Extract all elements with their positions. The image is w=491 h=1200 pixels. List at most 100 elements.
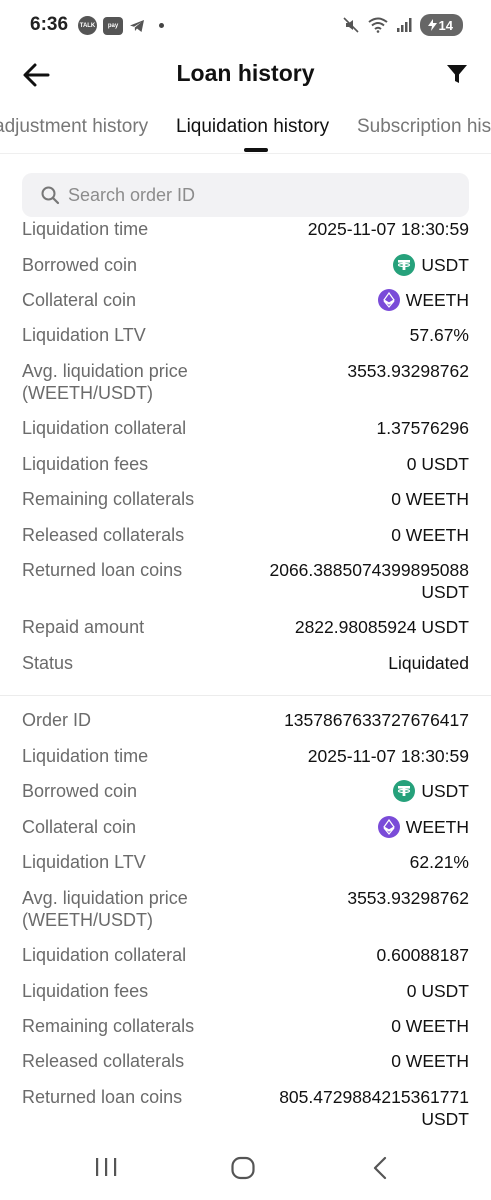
liquidation-ltv-value: 57.67% (409, 325, 469, 345)
avg-price-label-line2: (WEETH/USDT) (22, 383, 153, 403)
avg-liquidation-price-value: 3553.93298762 (347, 361, 469, 381)
liquidation-time-label: Liquidation time (22, 219, 149, 239)
released-collaterals-value: 0 WEETH (391, 525, 469, 545)
usdt-coin-icon (393, 780, 416, 802)
released-collaterals-label: Released collaterals (22, 1051, 185, 1071)
record-2-liquidation-time-row: Liquidation time 2025-11-07 18:30:59 (22, 745, 469, 767)
order-id-label: Order ID (22, 710, 92, 730)
avg-price-label-line1: Avg. liquidation price (22, 361, 188, 381)
collateral-coin-value: WEETH (377, 816, 469, 838)
liquidation-fees-label: Liquidation fees (22, 454, 149, 474)
signal-icon (396, 18, 412, 32)
collateral-coin-value: WEETH (377, 289, 469, 311)
repaid-amount-label: Repaid amount (22, 617, 145, 637)
pay-icon: pay (103, 16, 123, 35)
returned-unit: USDT (421, 582, 469, 602)
borrowed-coin-name: USDT (421, 255, 469, 275)
liquidation-ltv-label: Liquidation LTV (22, 852, 146, 872)
talk-icon: TALK (78, 16, 97, 35)
filter-icon[interactable] (445, 62, 469, 86)
record-2-borrowed-coin-row: Borrowed coin USDT (22, 780, 469, 802)
record-1-repaid-row: Repaid amount 2822.98085924 USDT (22, 616, 469, 638)
tab-adjustment-history[interactable]: adjustment history (0, 116, 148, 138)
status-value: Liquidated (388, 653, 469, 673)
wifi-icon (367, 17, 388, 33)
tab-liquidation-history[interactable]: Liquidation history (176, 116, 329, 138)
liquidation-ltv-value: 62.21% (409, 852, 469, 872)
liquidation-fees-value: 0 USDT (406, 981, 469, 1001)
notification-icons: TALK pay (78, 16, 164, 35)
search-box[interactable] (22, 173, 469, 217)
borrowed-coin-label: Borrowed coin (22, 781, 138, 801)
telegram-icon (130, 19, 144, 32)
order-id-value: 1357867633727676417 (284, 710, 469, 730)
released-collaterals-value: 0 WEETH (391, 1051, 469, 1071)
liquidation-time-value: 2025-11-07 18:30:59 (307, 746, 469, 766)
usdt-coin-icon (393, 254, 416, 276)
remaining-collaterals-label: Remaining collaterals (22, 489, 195, 509)
record-1-collateral-coin-row: Collateral coin WEETH (22, 289, 469, 311)
remaining-collaterals-value: 0 WEETH (391, 489, 469, 509)
record-1-borrowed-coin-row: Borrowed coin USDT (22, 254, 469, 276)
avg-price-label-line2: (WEETH/USDT) (22, 910, 153, 930)
active-tab-indicator (244, 148, 268, 152)
borrowed-coin-name: USDT (421, 781, 469, 801)
record-1-liquidation-time-row: Liquidation time 2025-11-07 18:30:59 (22, 218, 469, 240)
record-divider (0, 695, 491, 696)
liquidation-list: Liquidation time 2025-11-07 18:30:59 Bor… (0, 218, 491, 1138)
status-bar: 6:36 TALK pay 14 (0, 0, 491, 52)
more-notifications-icon (159, 23, 164, 28)
record-1-returned-row: Returned loan coins 2066.388507439989508… (22, 559, 469, 603)
record-1-avg-price-row: Avg. liquidation price (WEETH/USDT) 3553… (22, 360, 469, 404)
returned-loan-coins-value: 2066.3885074399895088 USDT (269, 559, 469, 603)
recent-apps-icon[interactable] (94, 1156, 118, 1178)
repaid-amount-value: 2822.98085924 USDT (294, 617, 469, 637)
record-2-avg-price-row: Avg. liquidation price (WEETH/USDT) 3553… (22, 887, 469, 931)
liquidation-fees-label: Liquidation fees (22, 981, 149, 1001)
avg-price-label-line1: Avg. liquidation price (22, 888, 188, 908)
returned-loan-coins-label: Returned loan coins (22, 1087, 183, 1107)
remaining-collaterals-value: 0 WEETH (391, 1016, 469, 1036)
tab-subscription-history[interactable]: Subscription his (357, 116, 491, 138)
record-2-collateral-coin-row: Collateral coin WEETH (22, 816, 469, 838)
borrowed-coin-value: USDT (393, 780, 469, 802)
record-2-released-row: Released collaterals 0 WEETH (22, 1050, 469, 1072)
avg-liquidation-price-label: Avg. liquidation price (WEETH/USDT) (22, 360, 188, 404)
record-2-order-id-row: Order ID 1357867633727676417 (22, 709, 469, 731)
borrowed-coin-label: Borrowed coin (22, 255, 138, 275)
returned-amount: 805.4729884215361771 (279, 1087, 469, 1107)
search-icon (41, 186, 60, 205)
collateral-coin-name: WEETH (405, 290, 469, 310)
record-1-collateral-row: Liquidation collateral 1.37576296 (22, 417, 469, 439)
borrowed-coin-value: USDT (393, 254, 469, 276)
battery-level: 14 (438, 17, 453, 33)
record-2-fees-row: Liquidation fees 0 USDT (22, 980, 469, 1002)
record-2-remaining-row: Remaining collaterals 0 WEETH (22, 1015, 469, 1037)
record-1-released-row: Released collaterals 0 WEETH (22, 524, 469, 546)
status-label: Status (22, 653, 74, 673)
system-navigation-bar (0, 1138, 491, 1200)
page-title: Loan history (176, 60, 315, 86)
returned-loan-coins-value: 805.4729884215361771 USDT (279, 1086, 469, 1130)
returned-loan-coins-label: Returned loan coins (22, 560, 183, 580)
record-2-returned-row: Returned loan coins 805.4729884215361771… (22, 1086, 469, 1130)
remaining-collaterals-label: Remaining collaterals (22, 1016, 195, 1036)
liquidation-collateral-value: 1.37576296 (376, 418, 469, 438)
collateral-coin-name: WEETH (405, 817, 469, 837)
history-tabs: adjustment history Liquidation history S… (0, 104, 491, 154)
liquidation-fees-value: 0 USDT (406, 454, 469, 474)
weeth-coin-icon (377, 816, 400, 838)
avg-liquidation-price-value: 3553.93298762 (347, 888, 469, 908)
home-icon[interactable] (230, 1156, 256, 1180)
status-time: 6:36 (30, 14, 69, 35)
record-2-ltv-row: Liquidation LTV 62.21% (22, 851, 469, 873)
returned-unit: USDT (421, 1109, 469, 1129)
liquidation-time-value: 2025-11-07 18:30:59 (307, 219, 469, 239)
system-icons: 14 (342, 14, 463, 36)
record-1-remaining-row: Remaining collaterals 0 WEETH (22, 488, 469, 510)
search-input[interactable] (68, 173, 448, 217)
liquidation-ltv-label: Liquidation LTV (22, 325, 146, 345)
liquidation-collateral-value: 0.60088187 (376, 945, 469, 965)
back-nav-icon[interactable] (370, 1156, 390, 1180)
app-header: Loan history (0, 52, 491, 98)
